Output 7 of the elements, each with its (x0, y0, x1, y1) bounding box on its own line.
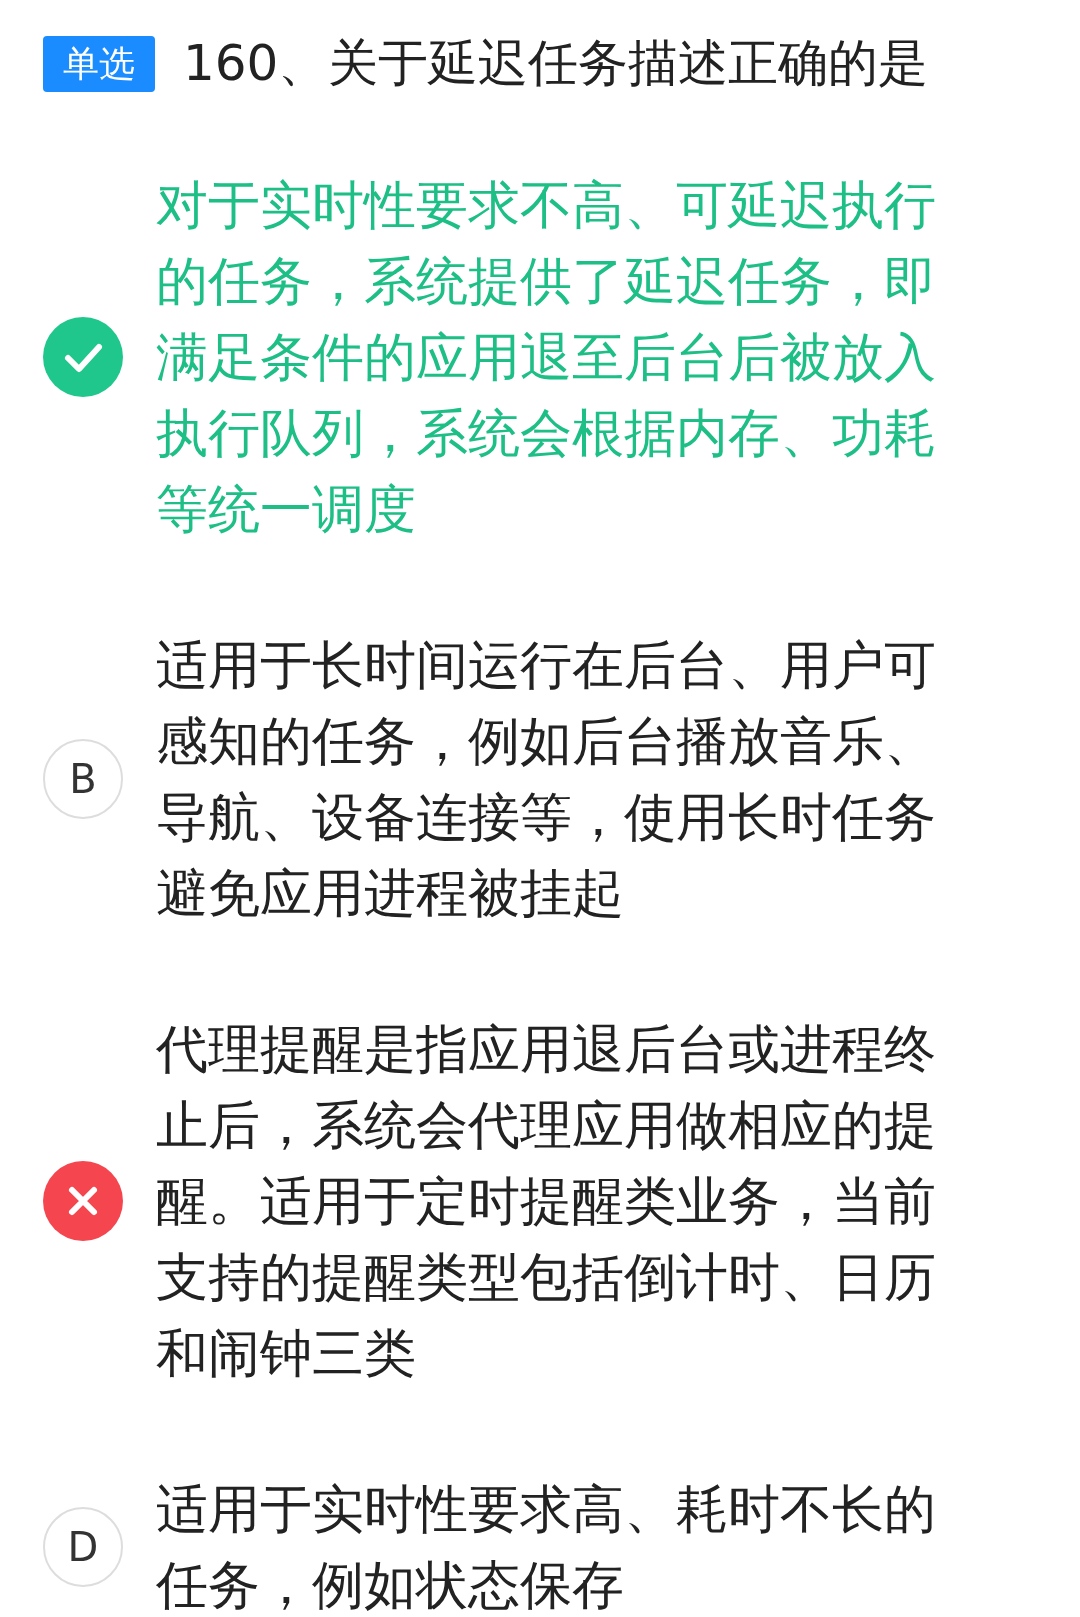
question-type-badge: 单选 (43, 35, 155, 92)
option-letter[interactable]: D (43, 1507, 123, 1587)
question-title: 160、关于延迟任务描述正确的是 (183, 33, 929, 94)
option-text[interactable]: 适用于长时间运行在后台、用户可感知的任务，例如后台播放音乐、导航、设备连接等，使用长时任务避免应用进程被挂起 (156, 627, 966, 931)
option-text[interactable]: 代理提醒是指应用退后台或进程终止后，系统会代理应用做相应的提醒。适用于定时提醒类业务，当前支持的提醒类型包括倒计时、日历和闹钟三类 (156, 1011, 966, 1391)
option-text[interactable]: 适用于实时性要求高、耗时不长的任务，例如状态保存 (156, 1471, 966, 1617)
option-letter[interactable]: B (43, 739, 123, 819)
